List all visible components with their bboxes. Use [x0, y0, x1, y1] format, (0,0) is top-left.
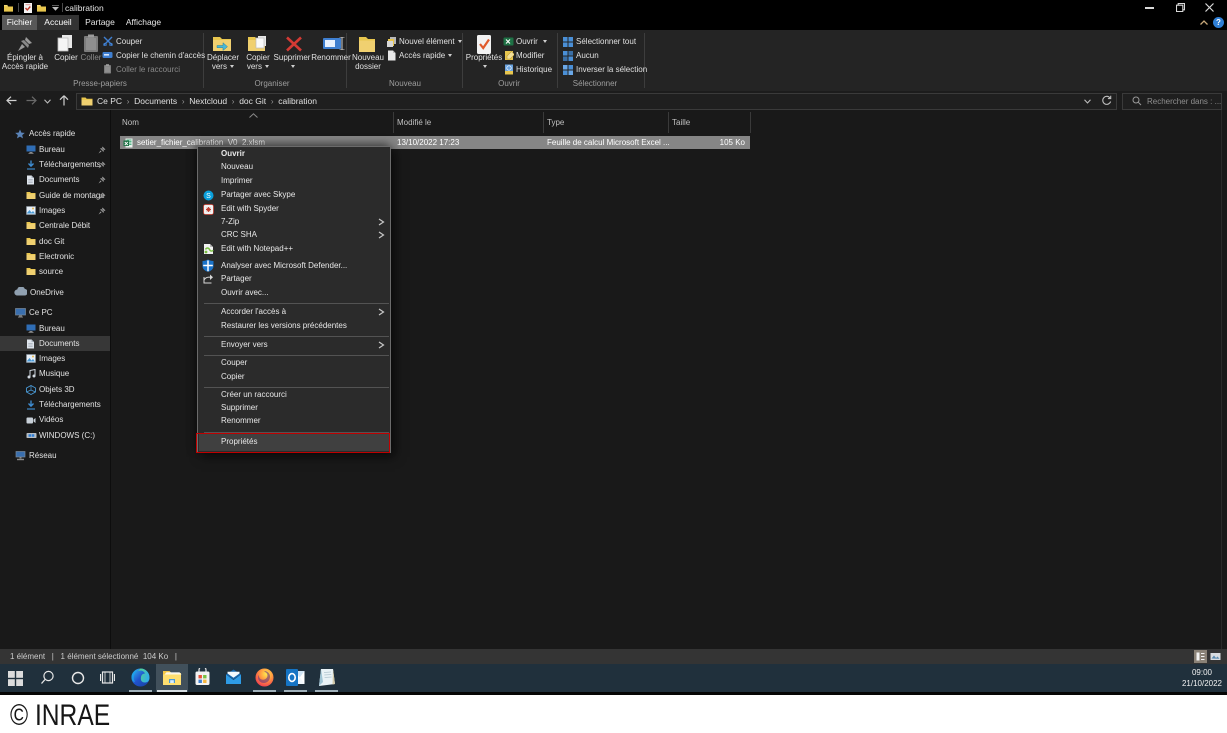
- svg-text:S: S: [206, 193, 211, 200]
